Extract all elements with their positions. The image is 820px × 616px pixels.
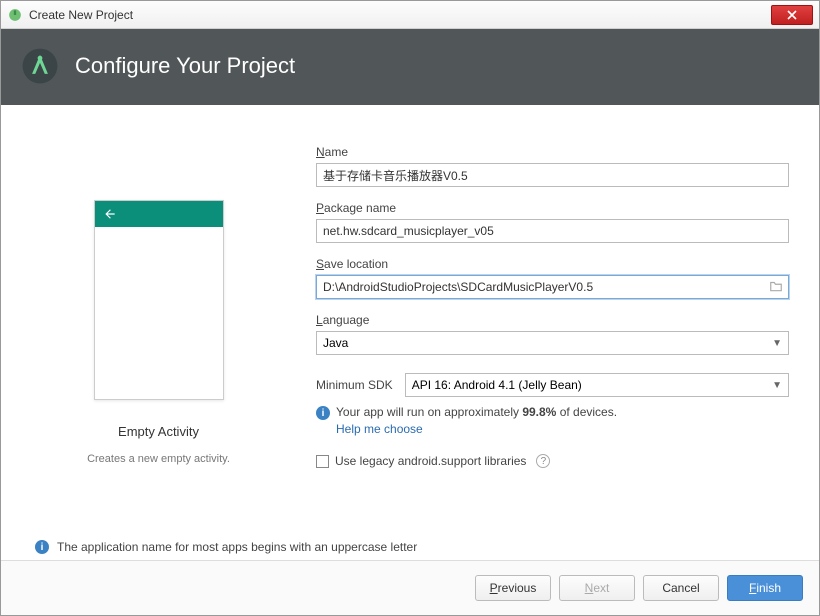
package-label: Package name	[316, 201, 789, 215]
template-name: Empty Activity	[118, 424, 199, 439]
button-bar: Previous Next Cancel Finish	[1, 560, 819, 615]
preview-column: Empty Activity Creates a new empty activ…	[31, 145, 286, 519]
template-preview	[94, 200, 224, 400]
language-select[interactable]: Java ▼	[316, 331, 789, 355]
min-sdk-value: API 16: Android 4.1 (Jelly Bean)	[412, 378, 582, 392]
back-arrow-icon	[103, 207, 117, 221]
preview-appbar	[95, 201, 223, 227]
window-title: Create New Project	[29, 8, 771, 22]
package-input[interactable]	[316, 219, 789, 243]
location-input[interactable]	[316, 275, 789, 299]
cancel-button[interactable]: Cancel	[643, 575, 719, 601]
android-studio-logo-icon	[21, 47, 59, 85]
min-sdk-label: Minimum SDK	[316, 378, 393, 392]
header-band: Configure Your Project	[1, 29, 819, 105]
next-button: Next	[559, 575, 635, 601]
language-value: Java	[323, 336, 348, 350]
validation-message: i The application name for most apps beg…	[1, 529, 819, 560]
info-icon: i	[35, 540, 49, 554]
coverage-info: i Your app will run on approximately 99.…	[316, 405, 789, 420]
name-input[interactable]	[316, 163, 789, 187]
form-column: Name Package name Save location Language…	[316, 145, 789, 519]
browse-folder-icon[interactable]	[769, 280, 783, 295]
legacy-support-label: Use legacy android.support libraries	[335, 454, 526, 468]
previous-button[interactable]: Previous	[475, 575, 551, 601]
finish-button[interactable]: Finish	[727, 575, 803, 601]
help-me-choose-link[interactable]: Help me choose	[336, 422, 789, 436]
coverage-text: Your app will run on approximately 99.8%…	[336, 405, 617, 419]
app-icon	[7, 7, 23, 23]
page-title: Configure Your Project	[75, 53, 295, 79]
chevron-down-icon: ▼	[772, 338, 782, 349]
template-description: Creates a new empty activity.	[87, 453, 230, 465]
chevron-down-icon: ▼	[772, 380, 782, 391]
info-icon: i	[316, 406, 330, 420]
name-label: Name	[316, 145, 789, 159]
validation-text: The application name for most apps begin…	[57, 540, 417, 554]
preview-body	[95, 227, 223, 399]
location-label: Save location	[316, 257, 789, 271]
titlebar: Create New Project	[1, 1, 819, 29]
content-area: Empty Activity Creates a new empty activ…	[1, 105, 819, 529]
language-label: Language	[316, 313, 789, 327]
help-icon[interactable]: ?	[536, 454, 550, 468]
min-sdk-select[interactable]: API 16: Android 4.1 (Jelly Bean) ▼	[405, 373, 789, 397]
legacy-support-checkbox[interactable]	[316, 455, 329, 468]
close-button[interactable]	[771, 5, 813, 25]
